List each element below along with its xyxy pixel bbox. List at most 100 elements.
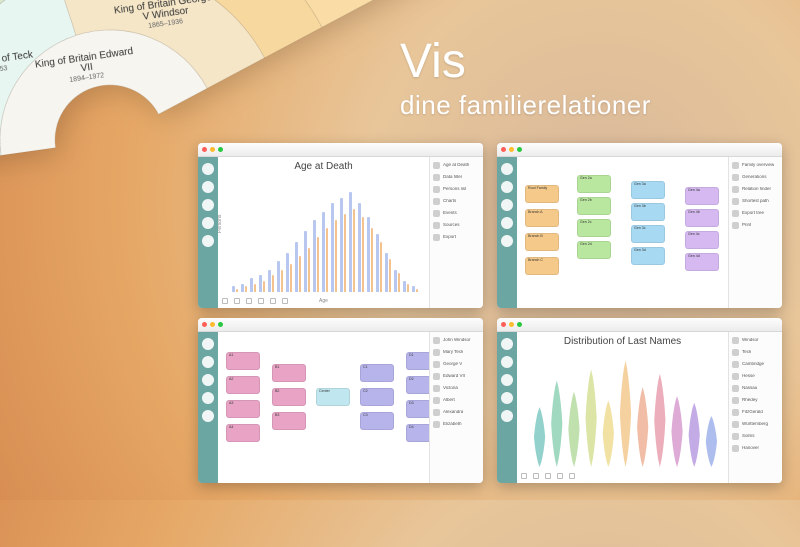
bar[interactable] (371, 228, 374, 292)
tree-node[interactable]: A3 (226, 400, 260, 418)
tree-node[interactable]: D3 (406, 400, 429, 418)
close-icon[interactable] (501, 147, 506, 152)
bar[interactable] (304, 231, 307, 292)
violin-shape[interactable] (687, 403, 701, 467)
bar[interactable] (380, 242, 383, 292)
tool-icon[interactable] (545, 473, 551, 479)
list-item[interactable]: Persons list (433, 185, 480, 194)
tree-node[interactable]: C3 (360, 412, 394, 430)
bar[interactable] (385, 253, 388, 292)
violin-shape[interactable] (550, 380, 564, 467)
list-item[interactable]: Export (433, 233, 480, 242)
tree-node[interactable]: Gen 3c (631, 225, 665, 243)
tree-node[interactable]: Gen 3b (631, 203, 665, 221)
tree-node[interactable]: A2 (226, 376, 260, 394)
bar[interactable] (313, 220, 316, 292)
list-item[interactable]: Print (732, 221, 779, 230)
tree-canvas[interactable]: A1A2A3A4B1B2B3CenterC1C2C3D1D2D3D4 (218, 332, 429, 483)
tool-icon[interactable] (234, 298, 240, 304)
list-item[interactable]: Data filter (433, 173, 480, 182)
close-icon[interactable] (202, 322, 207, 327)
tool-button[interactable] (501, 163, 513, 175)
tool-button[interactable] (202, 217, 214, 229)
tree-node[interactable]: D2 (406, 376, 429, 394)
bar[interactable] (290, 264, 293, 292)
tool-button[interactable] (501, 217, 513, 229)
list-item[interactable]: Hesse (732, 372, 779, 381)
tree-node[interactable]: Gen 3d (631, 247, 665, 265)
list-item[interactable]: Windsor (732, 336, 779, 345)
list-item[interactable]: Generations (732, 173, 779, 182)
tool-button[interactable] (202, 163, 214, 175)
tree-node[interactable]: C1 (360, 364, 394, 382)
tree-canvas[interactable]: Root FamilyBranch ABranch BBranch CGen 2… (517, 157, 728, 308)
zoom-icon[interactable] (517, 147, 522, 152)
tool-button[interactable] (501, 392, 513, 404)
tree-node[interactable]: B2 (272, 388, 306, 406)
tool-button[interactable] (501, 181, 513, 193)
tool-icon[interactable] (569, 473, 575, 479)
list-item[interactable]: Hanover (732, 444, 779, 453)
list-item[interactable]: Charts (433, 197, 480, 206)
list-item[interactable]: George V (433, 360, 480, 369)
list-item[interactable]: Alexandra (433, 408, 480, 417)
tool-button[interactable] (202, 374, 214, 386)
tool-button[interactable] (202, 392, 214, 404)
tree-node[interactable]: Gen 2b (577, 197, 611, 215)
minimize-icon[interactable] (509, 322, 514, 327)
tool-button[interactable] (202, 338, 214, 350)
tree-node[interactable]: D1 (406, 352, 429, 370)
tree-node[interactable]: Gen 2c (577, 219, 611, 237)
list-item[interactable]: Teck (732, 348, 779, 357)
tree-node[interactable]: B1 (272, 364, 306, 382)
tool-icon[interactable] (533, 473, 539, 479)
list-item[interactable]: Sources (433, 221, 480, 230)
bar[interactable] (317, 237, 320, 293)
tool-icon[interactable] (521, 473, 527, 479)
tree-node[interactable]: D4 (406, 424, 429, 442)
list-item[interactable]: Shortest path (732, 197, 779, 206)
violin-shape[interactable] (533, 407, 547, 467)
tree-node[interactable]: Gen 2d (577, 241, 611, 259)
violin-shape[interactable] (619, 360, 633, 467)
bar[interactable] (286, 253, 289, 292)
bar[interactable] (254, 284, 257, 292)
bar[interactable] (335, 220, 338, 292)
zoom-icon[interactable] (218, 322, 223, 327)
tree-node[interactable]: B3 (272, 412, 306, 430)
tree-node[interactable]: A1 (226, 352, 260, 370)
bar[interactable] (241, 284, 244, 292)
bar[interactable] (232, 286, 235, 292)
minimize-icon[interactable] (210, 322, 215, 327)
tree-node[interactable]: Branch A (525, 209, 559, 227)
tree-node[interactable]: Gen 2a (577, 175, 611, 193)
tool-button[interactable] (501, 235, 513, 247)
violin-shape[interactable] (584, 369, 598, 467)
tool-icon[interactable] (258, 298, 264, 304)
minimize-icon[interactable] (509, 147, 514, 152)
close-icon[interactable] (501, 322, 506, 327)
tool-button[interactable] (202, 235, 214, 247)
bar[interactable] (349, 192, 352, 292)
bar[interactable] (389, 259, 392, 292)
violin-shape[interactable] (636, 387, 650, 467)
list-item[interactable]: Solms (732, 432, 779, 441)
list-item[interactable]: Elizabeth (433, 420, 480, 429)
bar[interactable] (340, 198, 343, 292)
tree-node[interactable]: A4 (226, 424, 260, 442)
list-item[interactable]: Rhédey (732, 396, 779, 405)
bar[interactable] (394, 270, 397, 292)
tool-icon[interactable] (246, 298, 252, 304)
list-item[interactable]: Mary Teck (433, 348, 480, 357)
bar[interactable] (358, 203, 361, 292)
tree-node[interactable]: Root Family (525, 185, 559, 203)
bar[interactable] (272, 275, 275, 292)
bar[interactable] (331, 203, 334, 292)
tree-node[interactable]: Gen 4d (685, 253, 719, 271)
bar[interactable] (403, 281, 406, 292)
tool-icon[interactable] (282, 298, 288, 304)
tool-button[interactable] (202, 199, 214, 211)
bar[interactable] (344, 214, 347, 292)
tree-node[interactable]: Branch B (525, 233, 559, 251)
tree-node[interactable]: Gen 4a (685, 187, 719, 205)
